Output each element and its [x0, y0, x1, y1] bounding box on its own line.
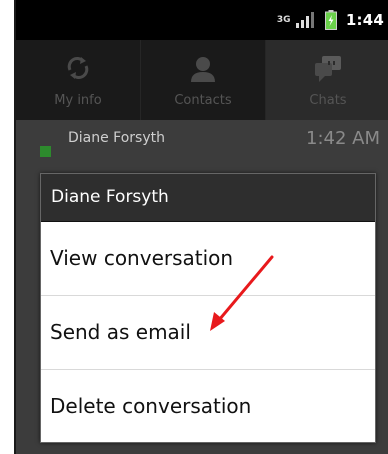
menu-item-label: Send as email: [50, 320, 191, 344]
menu-item-delete-conversation[interactable]: Delete conversation: [41, 370, 375, 444]
tab-label: Chats: [309, 93, 347, 108]
tab-my-info[interactable]: My info: [16, 40, 141, 120]
tab-label: My info: [54, 93, 102, 108]
menu-item-label: Delete conversation: [50, 394, 252, 418]
context-menu-dialog: Diane Forsyth View conversation Send as …: [40, 173, 376, 443]
sync-icon: [64, 54, 92, 86]
status-bar: 3G 1:44: [16, 0, 388, 40]
tab-chats[interactable]: Chats: [266, 40, 388, 120]
tab-bar: My info Contacts Chats: [16, 40, 388, 120]
tab-contacts[interactable]: Contacts: [141, 40, 266, 120]
battery-charging-icon: [324, 10, 337, 30]
tab-label: Contacts: [174, 93, 232, 108]
network-3g-icon: 3G: [276, 15, 291, 25]
clock: 1:44: [345, 11, 384, 29]
list-item[interactable]: Diane Forsyth 1:42 AM: [16, 120, 388, 166]
phone-screen: 3G 1:44 My info Contacts Chats Diane For…: [14, 0, 388, 454]
signal-strength-icon: [295, 12, 316, 28]
presence-indicator: [40, 146, 51, 157]
message-time: 1:42 AM: [306, 128, 380, 149]
menu-item-label: View conversation: [50, 246, 234, 270]
dialog-title: Diane Forsyth: [51, 187, 169, 207]
dialog-title-bar: Diane Forsyth: [41, 174, 375, 222]
menu-item-view-conversation[interactable]: View conversation: [41, 222, 375, 296]
contact-name: Diane Forsyth: [68, 130, 166, 146]
chat-bubble-icon: [313, 54, 343, 88]
person-icon: [188, 54, 218, 88]
menu-item-send-as-email[interactable]: Send as email: [41, 296, 375, 370]
